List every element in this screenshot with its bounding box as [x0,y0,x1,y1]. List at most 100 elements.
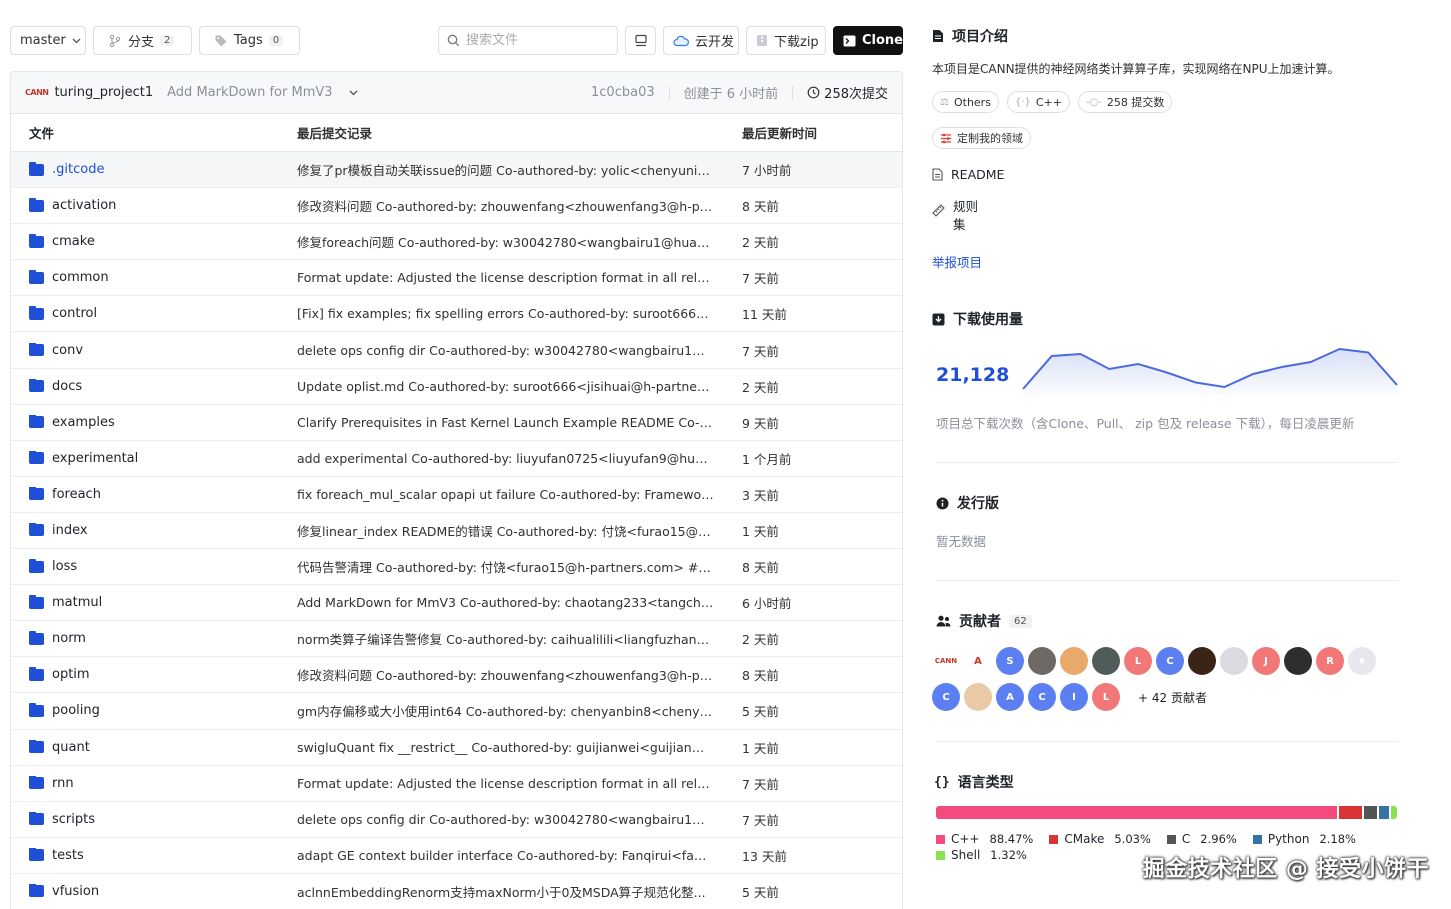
more-contributors-link[interactable]: + 42 贡献者 [1138,683,1207,711]
commit-message-cell[interactable]: 修复foreach问题 Co-authored-by: w30042780<wa… [297,232,742,251]
contributor-avatar[interactable]: R [1316,647,1344,675]
table-row[interactable]: experimental add experimental Co-authored… [11,441,902,477]
custom-domain-button[interactable]: 定制我的领域 [932,127,1031,149]
cloud-dev-button[interactable]: 云开发 [663,26,739,55]
folder-name[interactable]: index [52,523,88,538]
commit-message-cell[interactable]: delete ops config dir Co-authored-by: w3… [297,812,742,827]
contributor-avatar[interactable]: ★ [1348,647,1376,675]
contributor-avatar[interactable] [1188,647,1216,675]
contributor-avatar[interactable]: C [1028,683,1056,711]
commit-message-cell[interactable]: norm类算子编译告警修复 Co-authored-by: caihualili… [297,629,742,648]
commit-message-cell[interactable]: add experimental Co-authored-by: liuyufa… [297,451,742,466]
file-search[interactable] [438,26,618,55]
contributor-avatar[interactable]: J [1252,647,1280,675]
table-row[interactable]: activation 修改资料问题 Co-authored-by: zhouwen… [11,188,902,225]
folder-name[interactable]: examples [52,415,115,430]
commit-message-cell[interactable]: 修改资料问题 Co-authored-by: zhouwenfang<zhouw… [297,196,742,215]
commit-message-cell[interactable]: fix foreach_mul_scalar opapi ut failure … [297,487,742,502]
folder-name[interactable]: docs [52,379,82,394]
folder-name[interactable]: pooling [52,703,100,718]
contributor-avatar[interactable] [1060,647,1088,675]
table-row[interactable]: optim 修改资料问题 Co-authored-by: zhouwenfang<… [11,657,902,694]
contributor-avatar[interactable]: L [1092,683,1120,711]
commit-message-cell[interactable]: delete ops config dir Co-authored-by: w3… [297,343,742,358]
commit-author[interactable]: turing_project1 [54,85,153,100]
commit-message[interactable]: Add MarkDown for MmV3 [167,85,332,100]
table-row[interactable]: rnn Format update: Adjusted the license d… [11,766,902,802]
tags-button[interactable]: Tags 0 [199,26,300,55]
tag-others[interactable]: ⚖ Others [932,91,999,113]
table-row[interactable]: quant swigluQuant fix __restrict__ Co-aut… [11,730,902,766]
commit-message-cell[interactable]: adapt GE context builder interface Co-au… [297,848,742,863]
contributor-avatar[interactable] [1284,647,1312,675]
commit-message-cell[interactable]: Clarify Prerequisites in Fast Kernel Lau… [297,415,742,430]
contributor-avatar[interactable] [1092,647,1120,675]
table-row[interactable]: vfusion aclnnEmbeddingRenorm支持maxNorm小于0及… [11,874,902,909]
table-row[interactable]: control [Fix] fix examples; fix spelling … [11,296,902,333]
contributor-avatar[interactable] [964,683,992,711]
contributor-avatar[interactable]: A [996,683,1024,711]
table-row[interactable]: conv delete ops config dir Co-authored-by… [11,332,902,369]
table-row[interactable]: norm norm类算子编译告警修复 Co-authored-by: caihua… [11,621,902,658]
commit-message-cell[interactable]: Update oplist.md Co-authored-by: suroot6… [297,379,742,394]
commit-message-cell[interactable]: Format update: Adjusted the license desc… [297,270,742,285]
branch-select[interactable]: master [10,26,86,55]
commit-hash[interactable]: 1c0cba03 [591,85,655,100]
folder-name[interactable]: loss [52,559,77,574]
folder-name[interactable]: tests [52,848,84,863]
folder-name[interactable]: rnn [52,776,74,791]
table-row[interactable]: scripts delete ops config dir Co-authored… [11,802,902,838]
folder-name[interactable]: common [52,270,109,285]
contributor-avatar[interactable]: C [1156,647,1184,675]
commit-message-cell[interactable]: Add MarkDown for MmV3 Co-authored-by: ch… [297,595,742,610]
contributor-avatar[interactable] [1220,647,1248,675]
commit-message-cell[interactable]: 代码告警清理 Co-authored-by: 付饶<furao15@h-part… [297,557,742,576]
commit-message-cell[interactable]: Format update: Adjusted the license desc… [297,776,742,791]
tag-cpp[interactable]: {·} C++ [1006,91,1070,113]
table-row[interactable]: tests adapt GE context builder interface … [11,838,902,874]
table-row[interactable]: examples Clarify Prerequisites in Fast Ke… [11,405,902,441]
table-row[interactable]: foreach fix foreach_mul_scalar opapi ut f… [11,477,902,513]
folder-name[interactable]: foreach [52,487,101,502]
table-row[interactable]: common Format update: Adjusted the licens… [11,260,902,297]
folder-name[interactable]: conv [52,343,83,358]
commit-message-cell[interactable]: 修复linear_index README的错误 Co-authored-by:… [297,521,742,540]
clone-button[interactable]: Clone [833,26,903,55]
table-row[interactable]: index 修复linear_index README的错误 Co-authore… [11,513,902,550]
contributor-avatar[interactable] [1028,647,1056,675]
folder-name[interactable]: vfusion [52,884,99,899]
download-zip-button[interactable]: 下载zip [746,26,826,55]
contributor-avatar[interactable]: C [932,683,960,711]
folder-name[interactable]: matmul [52,595,102,610]
branches-button[interactable]: 分支 2 [93,26,192,55]
report-link[interactable]: 举报项目 [932,252,1402,271]
web-ide-button[interactable] [625,26,656,55]
folder-name[interactable]: control [52,306,97,321]
folder-name[interactable]: norm [52,631,86,646]
folder-name[interactable]: scripts [52,812,95,827]
folder-name[interactable]: optim [52,667,90,682]
table-row[interactable]: .gitcode 修复了pr模板自动关联issue的问题 Co-authored-… [11,152,902,189]
folder-name[interactable]: .gitcode [52,162,104,177]
contributor-avatar[interactable]: CANN [932,647,960,675]
tag-commits[interactable]: -○- 258 提交数 [1077,91,1173,113]
commit-total-link[interactable]: 258次提交 [807,83,888,102]
folder-name[interactable]: quant [52,740,90,755]
table-row[interactable]: cmake 修复foreach问题 Co-authored-by: w300427… [11,224,902,261]
rules-link[interactable]: 规则集 [932,198,1402,234]
contributor-avatar[interactable]: S [996,647,1024,675]
folder-name[interactable]: experimental [52,451,138,466]
table-row[interactable]: loss 代码告警清理 Co-authored-by: 付饶<furao15@h-… [11,549,902,586]
contributor-avatar[interactable]: A [964,647,992,675]
search-input[interactable] [466,33,606,48]
table-row[interactable]: pooling gm内存偏移或大小使用int64 Co-authored-by: … [11,693,902,730]
table-row[interactable]: matmul Add MarkDown for MmV3 Co-authored-… [11,585,902,622]
commit-message-cell[interactable]: 修复了pr模板自动关联issue的问题 Co-authored-by: yoli… [297,160,742,179]
chevron-down-icon[interactable] [349,90,358,96]
contributor-avatar[interactable]: L [1124,647,1152,675]
table-row[interactable]: docs Update oplist.md Co-authored-by: sur… [11,369,902,405]
readme-link[interactable]: README [932,167,1402,182]
commit-message-cell[interactable]: swigluQuant fix __restrict__ Co-authored… [297,740,742,755]
commit-message-cell[interactable]: 修改资料问题 Co-authored-by: zhouwenfang<zhouw… [297,665,742,684]
folder-name[interactable]: activation [52,198,116,213]
